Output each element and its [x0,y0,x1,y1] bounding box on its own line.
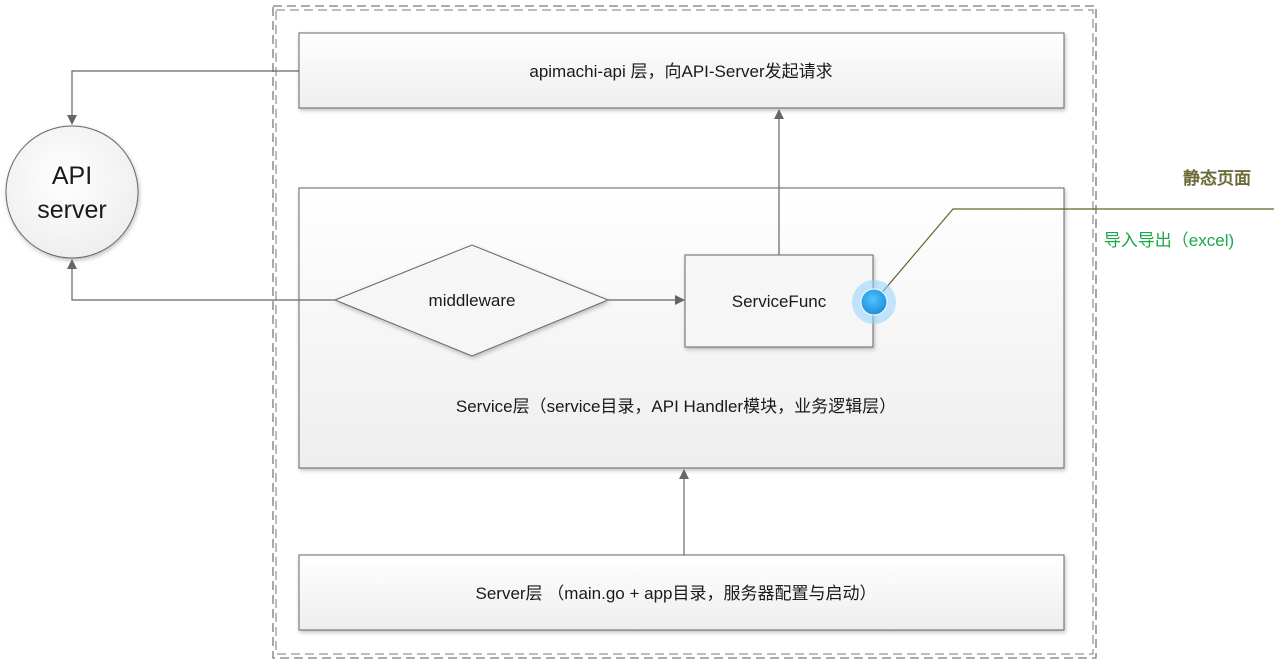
api-server-label-line2: server [37,196,106,224]
api-client-layer-box: apimachi-api 层，向API-Server发起请求 [298,32,1065,109]
annotation-title: 静态页面 [1183,168,1251,188]
server-layer-box: Server层 （main.go + app目录，服务器配置与启动） [298,554,1065,631]
service-layer-label: Service层（service目录，API Handler模块，业务逻辑层） [456,397,896,416]
api-server-node: API server [5,125,139,259]
service-func-node: ServiceFunc [684,254,874,348]
service-func-label: ServiceFunc [732,292,827,311]
arrow-api-client-to-api-server [67,70,299,125]
annotation-item: 导入导出（excel) [1104,231,1234,250]
annotation-marker-dot [860,288,888,316]
arrow-middleware-to-api-server [67,259,335,301]
server-layer-label: Server层 （main.go + app目录，服务器配置与启动） [475,584,876,603]
architecture-diagram: apimachi-api 层，向API-Server发起请求 Service层（… [5,5,1274,659]
api-client-layer-label: apimachi-api 层，向API-Server发起请求 [529,62,832,81]
api-server-label-line1: API [52,162,92,190]
middleware-label: middleware [429,291,516,310]
